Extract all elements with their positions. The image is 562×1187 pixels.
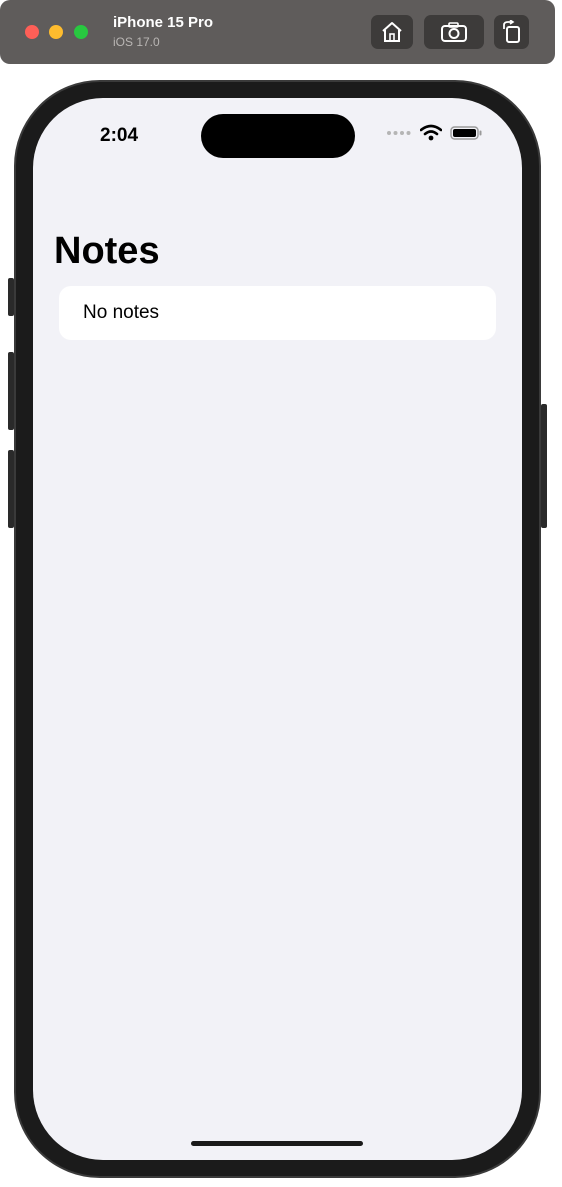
os-version: iOS 17.0	[113, 35, 160, 49]
notes-list: No notes	[59, 286, 496, 340]
empty-list-message: No notes	[83, 302, 160, 323]
status-time: 2:04	[100, 125, 139, 146]
home-icon	[382, 22, 402, 42]
status-indicators	[386, 124, 482, 141]
screenshot-button[interactable]	[424, 15, 484, 49]
close-window-button[interactable]	[25, 25, 39, 39]
power-button	[541, 404, 547, 528]
rotate-button[interactable]	[494, 15, 529, 49]
home-button[interactable]	[371, 15, 413, 49]
simulator-title-bar: iPhone 15 Pro iOS 17.0	[0, 0, 555, 64]
home-indicator[interactable]	[191, 1141, 363, 1146]
zoom-window-button[interactable]	[74, 25, 88, 39]
device-name: iPhone 15 Pro	[113, 14, 214, 31]
wifi-icon	[420, 124, 442, 141]
camera-icon	[441, 22, 467, 42]
cellular-dots-icon	[387, 130, 411, 135]
battery-icon	[450, 125, 482, 140]
page-title: Notes	[54, 230, 160, 272]
minimize-window-button[interactable]	[49, 25, 63, 39]
phone-screen: 2:04 Notes No notes	[33, 98, 522, 1160]
dynamic-island	[201, 114, 355, 158]
rotate-icon	[502, 20, 520, 43]
